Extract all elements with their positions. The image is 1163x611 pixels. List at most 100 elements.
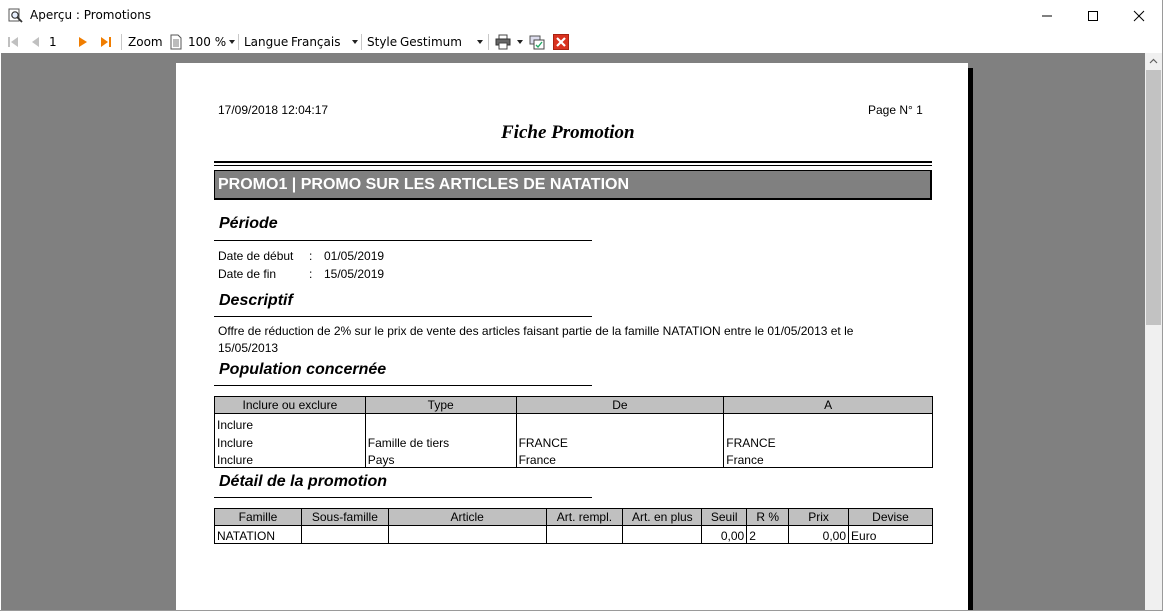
detail-table: Famille Sous-famille Article Art. rempl.… — [214, 508, 933, 544]
section-rule — [214, 240, 592, 241]
toolbar-separator — [361, 34, 362, 50]
chevron-down-icon[interactable] — [517, 40, 523, 44]
report-title: Fiche Promotion — [501, 122, 635, 143]
report-timestamp: 17/09/2018 12:04:17 — [218, 103, 329, 117]
section-rule — [214, 316, 592, 317]
chevron-down-icon[interactable] — [229, 40, 235, 44]
end-date-value: 15/05/2019 — [324, 267, 385, 281]
table-cell: 0,00 — [788, 525, 850, 544]
prev-page-icon[interactable] — [28, 34, 44, 50]
table-cell — [364, 413, 517, 432]
column-header: Art. en plus — [622, 508, 703, 526]
chevron-down-icon[interactable] — [477, 40, 483, 44]
table-cell: France — [515, 449, 725, 468]
table-cell — [622, 525, 703, 544]
close-preview-icon[interactable] — [553, 34, 569, 50]
column-header: Art. rempl. — [545, 508, 624, 526]
table-cell — [515, 413, 725, 432]
scroll-up-icon[interactable] — [1145, 53, 1162, 70]
column-header: R % — [746, 508, 790, 526]
scrollbar-thumb[interactable] — [1146, 70, 1161, 325]
table-cell: Inclure — [214, 413, 366, 432]
population-table: Inclure ou exclure Type De A Inclure Inc… — [214, 396, 933, 468]
zoom-label[interactable]: Zoom — [128, 31, 163, 53]
column-header: Type — [364, 396, 517, 414]
promotion-banner: PROMO1 | PROMO SUR LES ARTICLES DE NATAT… — [214, 170, 932, 200]
section-rule — [214, 385, 592, 386]
start-date-value: 01/05/2019 — [324, 249, 385, 263]
first-page-icon[interactable] — [5, 34, 21, 50]
table-cell — [545, 525, 624, 544]
style-label: Style — [367, 35, 398, 49]
maximize-button[interactable] — [1070, 0, 1116, 31]
table-cell: France — [723, 449, 933, 468]
chevron-down-icon[interactable] — [352, 40, 358, 44]
close-window-button[interactable] — [1116, 0, 1162, 31]
column-header: Devise — [848, 508, 933, 526]
description-line-2: 15/05/2013 — [218, 341, 279, 355]
export-icon[interactable] — [529, 34, 545, 50]
table-row: Inclure Pays France France — [214, 449, 933, 468]
column-header: De — [515, 396, 725, 414]
table-cell: 0,00 — [701, 525, 748, 544]
table-cell: Pays — [364, 449, 517, 468]
column-header: Famille — [214, 508, 302, 526]
style-select[interactable]: Gestimum — [400, 31, 462, 53]
table-row: Inclure Famille de tiers FRANCE FRANCE — [214, 431, 933, 450]
table-row: Inclure — [214, 413, 933, 432]
table-cell: Inclure — [214, 449, 366, 468]
table-cell: FRANCE — [515, 431, 725, 450]
table-cell: NATATION — [214, 525, 302, 544]
preview-toolbar: 1 Zoom 100 % Langue Français Style Gesti… — [0, 31, 1163, 53]
section-heading-descriptif: Descriptif — [219, 292, 293, 309]
language-select[interactable]: Français — [291, 31, 340, 53]
table-cell: 2 — [746, 525, 790, 544]
section-heading-population: Population concernée — [219, 361, 387, 378]
title-double-rule-bottom — [214, 165, 932, 166]
page-number-label: Page N° 1 — [868, 103, 923, 117]
language-label: Langue — [244, 35, 289, 49]
table-row: NATATION 0,00 2 0,00 Euro — [214, 525, 933, 544]
zoom-value-select[interactable]: 100 % — [188, 31, 226, 53]
section-heading-periode: Période — [219, 215, 278, 232]
close-icon — [1133, 10, 1145, 22]
maximize-icon — [1088, 11, 1098, 21]
table-cell: Inclure — [214, 431, 366, 450]
title-bar: Aperçu : Promotions — [0, 0, 1163, 31]
description-line-1: Offre de réduction de 2% sur le prix de … — [218, 324, 854, 338]
table-cell — [723, 413, 933, 432]
page-icon[interactable] — [168, 34, 184, 50]
section-rule — [214, 497, 592, 498]
table-cell: Euro — [848, 525, 933, 544]
end-date-colon: : — [309, 267, 313, 281]
title-double-rule-top — [214, 161, 932, 163]
column-header: Sous-famille — [300, 508, 389, 526]
vertical-scrollbar[interactable] — [1145, 53, 1162, 610]
minimize-button[interactable] — [1024, 0, 1070, 31]
window-title: Aperçu : Promotions — [30, 8, 152, 22]
last-page-icon[interactable] — [98, 34, 114, 50]
table-cell: Famille de tiers — [364, 431, 517, 450]
preview-magnifier-icon — [8, 8, 24, 24]
start-date-label: Date de début — [218, 249, 294, 263]
next-page-icon[interactable] — [75, 34, 91, 50]
section-heading-detail: Détail de la promotion — [219, 473, 388, 490]
start-date-colon: : — [309, 249, 313, 263]
page-number-field[interactable]: 1 — [49, 31, 57, 53]
table-header-row: Inclure ou exclure Type De A — [214, 396, 933, 414]
column-header: A — [723, 396, 933, 414]
report-page: 17/09/2018 12:04:17 Page N° 1 Fiche Prom… — [176, 63, 968, 610]
column-header: Article — [387, 508, 547, 526]
toolbar-separator — [488, 34, 489, 50]
toolbar-separator — [238, 34, 239, 50]
end-date-label: Date de fin — [218, 267, 277, 281]
print-icon[interactable] — [495, 34, 511, 50]
preview-area[interactable]: 17/09/2018 12:04:17 Page N° 1 Fiche Prom… — [1, 53, 1145, 610]
column-header: Seuil — [701, 508, 748, 526]
table-header-row: Famille Sous-famille Article Art. rempl.… — [214, 508, 933, 526]
toolbar-separator — [121, 34, 122, 50]
minimize-icon — [1042, 15, 1052, 17]
table-cell: FRANCE — [723, 431, 933, 450]
table-cell — [387, 525, 547, 544]
column-header: Prix — [788, 508, 850, 526]
